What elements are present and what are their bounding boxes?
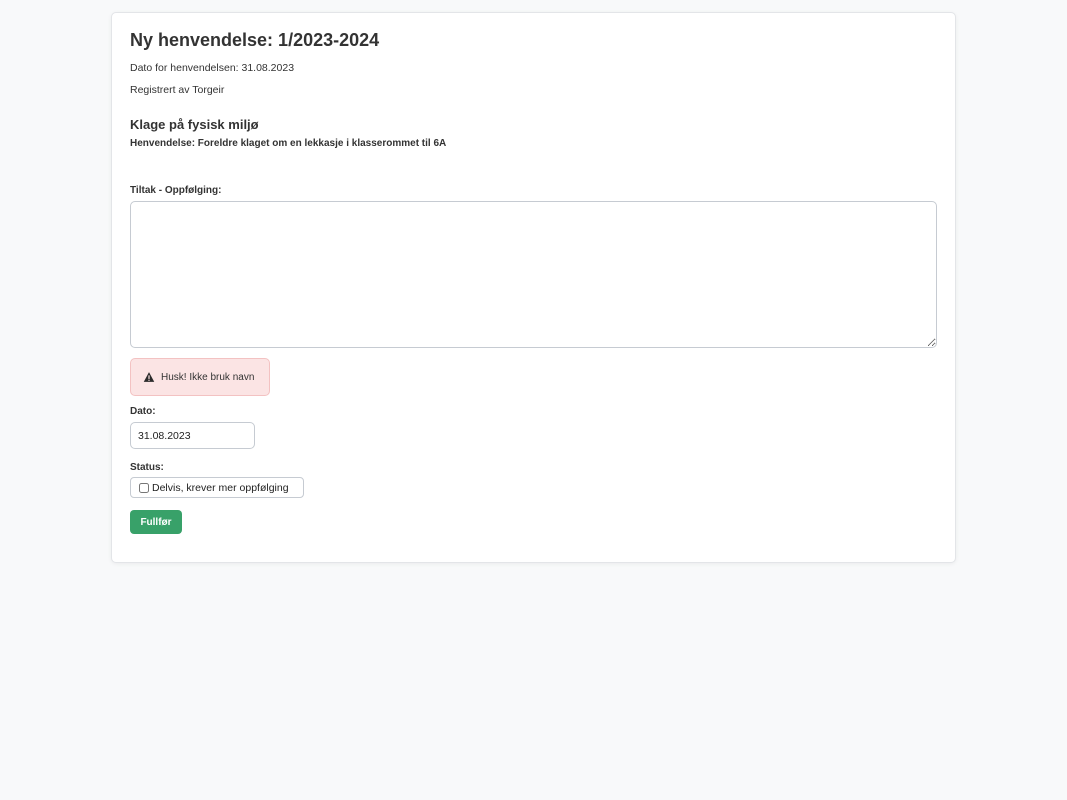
status-checkbox[interactable] [139,482,149,493]
inquiry-category: Klage på fysisk miljø [130,117,259,132]
inquiry-date-text: Dato for henvendelsen: 31.08.2023 [130,62,295,74]
status-option[interactable]: Delvis, krever mer oppfølging [130,477,304,498]
date-label: Dato: [130,406,156,417]
name-warning-alert: Husk! Ikke bruk navn [130,358,270,396]
status-option-label: Delvis, krever mer oppfølging [152,481,289,494]
followup-textarea[interactable] [130,201,937,348]
status-label: Status: [130,462,164,473]
followup-label: Tiltak - Oppfølging: [130,185,222,196]
date-input[interactable] [130,422,255,449]
warning-text: Husk! Ikke bruk navn [161,371,255,383]
submit-button[interactable]: Fullfør [130,510,182,534]
page-title: Ny henvendelse: 1/2023-2024 [130,30,380,50]
inquiry-card: Ny henvendelse: 1/2023-2024 Dato for hen… [111,12,956,563]
warning-triangle-icon [143,372,155,382]
inquiry-description: Henvendelse: Foreldre klaget om en lekka… [130,138,447,149]
registered-by-text: Registrert av Torgeir [130,84,225,96]
